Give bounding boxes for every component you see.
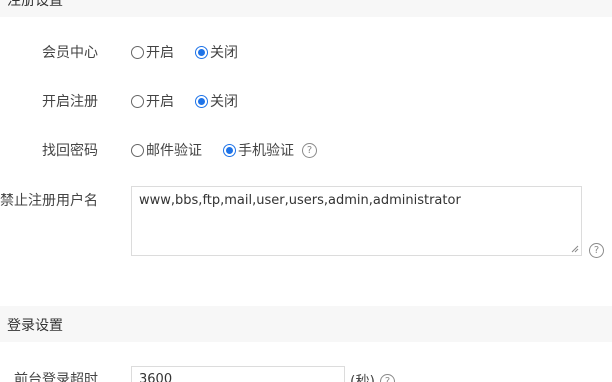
login-timeout-input[interactable]: 3600: [131, 366, 345, 382]
radio-button[interactable]: [131, 143, 144, 157]
textarea-value: www,bbs,ftp,mail,user,users,admin,admini…: [139, 193, 461, 208]
register-settings-header: 注册设置: [0, 0, 612, 17]
radio-label: 邮件验证: [146, 143, 202, 159]
open-register-radio-group: 开启 关闭: [131, 91, 259, 111]
radio-button-checked[interactable]: [223, 143, 236, 157]
member-center-radio-group: 开启 关闭: [131, 42, 259, 62]
seconds-unit-label: (秒): [350, 374, 375, 382]
recover-password-email-option[interactable]: 邮件验证: [131, 140, 202, 160]
login-settings-header: 登录设置: [0, 306, 612, 342]
member-center-close-option[interactable]: 关闭: [195, 42, 238, 62]
section-title: 注册设置: [7, 0, 63, 9]
open-register-close-option[interactable]: 关闭: [195, 91, 238, 111]
radio-label: 关闭: [210, 45, 238, 61]
radio-button[interactable]: [131, 94, 144, 108]
recover-password-radio-group: 邮件验证 手机验证 ?: [131, 140, 317, 160]
forbidden-usernames-textarea[interactable]: www,bbs,ftp,mail,user,users,admin,admini…: [131, 186, 582, 256]
recover-password-label: 找回密码: [42, 143, 98, 159]
question-circle-icon[interactable]: ?: [380, 374, 395, 382]
member-center-open-option[interactable]: 开启: [131, 42, 174, 62]
section-title: 登录设置: [7, 318, 63, 334]
resize-grip-icon[interactable]: [571, 245, 579, 253]
member-center-label: 会员中心: [42, 45, 98, 61]
radio-label: 开启: [146, 94, 174, 110]
open-register-open-option[interactable]: 开启: [131, 91, 174, 111]
radio-label: 手机验证: [238, 143, 294, 159]
open-register-label: 开启注册: [42, 94, 98, 110]
frontend-login-timeout-label: 前台登录超时: [14, 372, 98, 382]
question-circle-icon[interactable]: ?: [589, 243, 604, 258]
forbidden-usernames-label: 禁止注册用户名: [0, 193, 98, 209]
radio-button[interactable]: [131, 45, 144, 59]
radio-label: 关闭: [210, 94, 238, 110]
radio-button-checked[interactable]: [195, 94, 208, 108]
input-value: 3600: [139, 372, 173, 382]
radio-label: 开启: [146, 45, 174, 61]
recover-password-phone-option[interactable]: 手机验证: [223, 140, 294, 160]
question-circle-icon[interactable]: ?: [302, 142, 317, 158]
radio-button-checked[interactable]: [195, 45, 208, 59]
